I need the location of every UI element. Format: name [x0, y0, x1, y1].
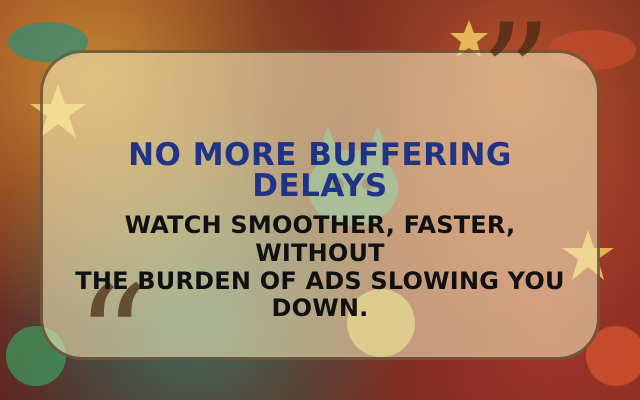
message-block: NO MORE BUFFERING DELAYS WATCH SMOOTHER,… — [62, 140, 578, 323]
message-line-1: WATCH SMOOTHER, FASTER, WITHOUT — [124, 211, 516, 267]
message-line-2: THE BURDEN OF ADS SLOWING YOU DOWN. — [75, 266, 565, 323]
headline: NO MORE BUFFERING DELAYS — [128, 137, 512, 204]
closing-quote-mark: ” — [479, 0, 552, 159]
